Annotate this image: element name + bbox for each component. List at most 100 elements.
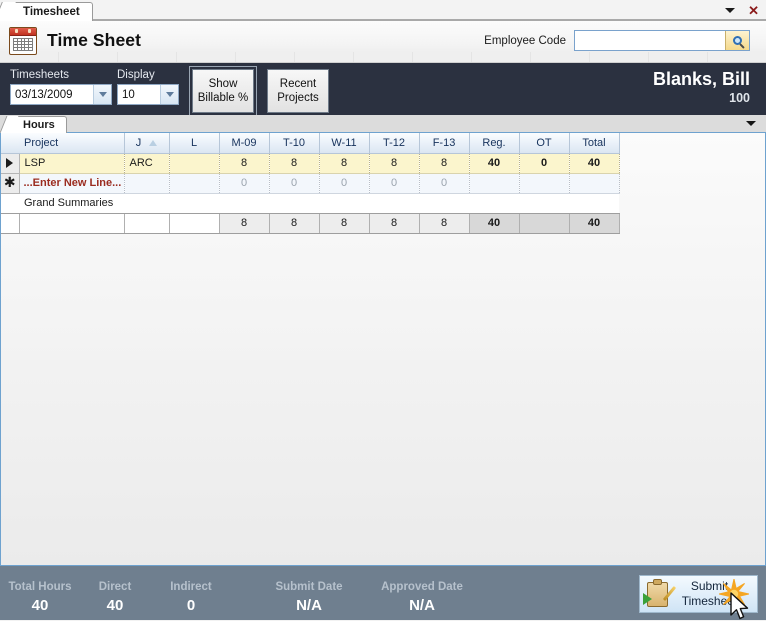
hours-table-header: Project J L M-09 T-10 W-11 T-12 F-13 Reg… [1,133,620,154]
tab-hours-label: Hours [23,119,55,131]
new-row-project-prompt[interactable]: ...Enter New Line... [19,173,125,194]
totals-cell-m09: 8 [219,213,270,234]
grand-summaries-row: Grand Summaries [1,192,619,214]
totals-row: 8 8 8 8 8 40 40 [1,213,620,234]
main-content: Project J L M-09 T-10 W-11 T-12 F-13 Reg… [0,133,766,565]
stat-indirect-value: 0 [186,597,196,614]
show-billable-percent-button[interactable]: Show Billable % [189,66,257,116]
stat-direct-value: 40 [106,597,124,614]
employee-code-search-button[interactable] [725,31,749,50]
timesheets-select[interactable]: 03/13/2009 [10,84,112,105]
stat-submit-date-value: N/A [296,597,322,614]
recent-projects-button[interactable]: Recent Projects [267,69,329,113]
display-select-value: 10 [122,88,135,101]
new-row-cell-t10[interactable]: 0 [269,173,320,194]
stat-indirect-label: Indirect [170,581,212,593]
stat-approved-date-label: Approved Date [381,581,463,593]
column-header-w11[interactable]: W-11 [319,133,370,154]
column-header-m09[interactable]: M-09 [219,133,270,154]
new-row-cell-reg[interactable] [469,173,520,194]
window-titlebar: Timesheet ✕ [0,0,766,21]
cell-ot[interactable]: 0 [519,153,570,174]
stat-total-hours-label: Total Hours [8,581,72,593]
cell-l[interactable] [169,153,220,174]
stat-approved-date-value: N/A [409,597,435,614]
cell-total[interactable]: 40 [569,153,620,174]
toolbar: Timesheets 03/13/2009 Display 10 Show Bi… [0,63,766,116]
new-row-asterisk-icon: ✱ [3,174,16,190]
new-row-selector-cell[interactable]: ✱ [1,173,20,194]
stat-submit-date: Submit Date N/A [248,580,370,616]
stat-direct-label: Direct [98,581,132,593]
stat-submit-date-label: Submit Date [275,581,343,593]
new-row-cell-w11[interactable]: 0 [319,173,370,194]
new-line-row[interactable]: ✱ ...Enter New Line... 0 0 0 0 0 [1,173,620,194]
totals-cell-t12: 8 [369,213,420,234]
chevron-down-icon[interactable] [93,85,111,104]
cell-project[interactable]: LSP [19,153,125,174]
column-header-reg[interactable]: Reg. [469,133,520,154]
show-billable-percent-line2: Billable % [197,92,249,104]
totals-cell-w11: 8 [319,213,370,234]
totals-cell-f13: 8 [419,213,470,234]
show-billable-percent-line1: Show [208,78,238,90]
new-row-cell-f13[interactable]: 0 [419,173,470,194]
column-header-t10[interactable]: T-10 [269,133,320,154]
column-header-j-label: J [135,136,142,149]
submit-timesheet-button[interactable]: Submit Timesheet [639,575,758,620]
row-selector-cell[interactable] [1,153,20,174]
window-tab-timesheet[interactable]: Timesheet [4,2,93,21]
hours-grid: Project J L M-09 T-10 W-11 T-12 F-13 Reg… [1,133,620,234]
timesheets-select-value: 03/13/2009 [15,88,73,101]
chevron-down-icon[interactable] [160,85,178,104]
cell-w11[interactable]: 8 [319,153,370,174]
tab-hours[interactable]: Hours [8,116,67,133]
new-row-cell-j[interactable] [124,173,170,194]
cell-t10[interactable]: 8 [269,153,320,174]
recent-projects-line2: Projects [277,92,319,104]
new-row-cell-t12[interactable]: 0 [369,173,420,194]
column-header-f13[interactable]: F-13 [419,133,470,154]
column-header-j[interactable]: J [124,133,170,154]
totals-cell-t10: 8 [269,213,320,234]
clipboard-submit-icon [643,578,677,607]
display-field-group: Display 10 [117,69,179,105]
stat-total-hours: Total Hours 40 [4,580,76,616]
display-select[interactable]: 10 [117,84,179,105]
column-header-t12[interactable]: T-12 [369,133,420,154]
employee-code-input[interactable] [578,31,730,50]
grand-summaries-label: Grand Summaries [19,192,619,214]
cell-t12[interactable]: 8 [369,153,420,174]
column-header-l[interactable]: L [169,133,220,154]
display-label: Display [117,69,155,81]
totals-cell-select [1,213,20,234]
cell-f13[interactable]: 8 [419,153,470,174]
new-row-cell-ot[interactable] [519,173,570,194]
timesheets-field-group: Timesheets 03/13/2009 [10,69,112,105]
column-header-project[interactable]: Project [19,133,125,154]
chevron-down-icon[interactable] [725,8,736,13]
totals-cell-project [19,213,125,234]
cell-j[interactable]: ARC [124,153,170,174]
column-header-total[interactable]: Total [569,133,620,154]
close-icon[interactable]: ✕ [745,4,762,17]
employee-code-group: Employee Code [484,30,750,51]
employee-code-input-wrapper[interactable] [574,30,750,51]
page-title: Time Sheet [47,30,142,50]
table-row[interactable]: LSP ARC 8 8 8 8 8 40 0 40 [1,153,620,174]
employee-identity: Blanks, Bill 100 [653,68,750,106]
window-tab-label: Timesheet [23,5,80,18]
header-row: Project J L M-09 T-10 W-11 T-12 F-13 Reg… [1,133,620,154]
cell-m09[interactable]: 8 [219,153,270,174]
stat-indirect: Indirect 0 [152,580,230,616]
employee-number: 100 [729,91,750,105]
cell-reg[interactable]: 40 [469,153,520,174]
new-row-cell-l[interactable] [169,173,220,194]
sheet-tabstrip: Hours [0,115,766,133]
chevron-down-icon[interactable] [746,121,756,126]
new-row-cell-total[interactable] [569,173,620,194]
column-header-ot[interactable]: OT [519,133,570,154]
timesheets-label: Timesheets [10,69,70,81]
grand-summaries-spacer [1,192,19,214]
new-row-cell-m09[interactable]: 0 [219,173,270,194]
